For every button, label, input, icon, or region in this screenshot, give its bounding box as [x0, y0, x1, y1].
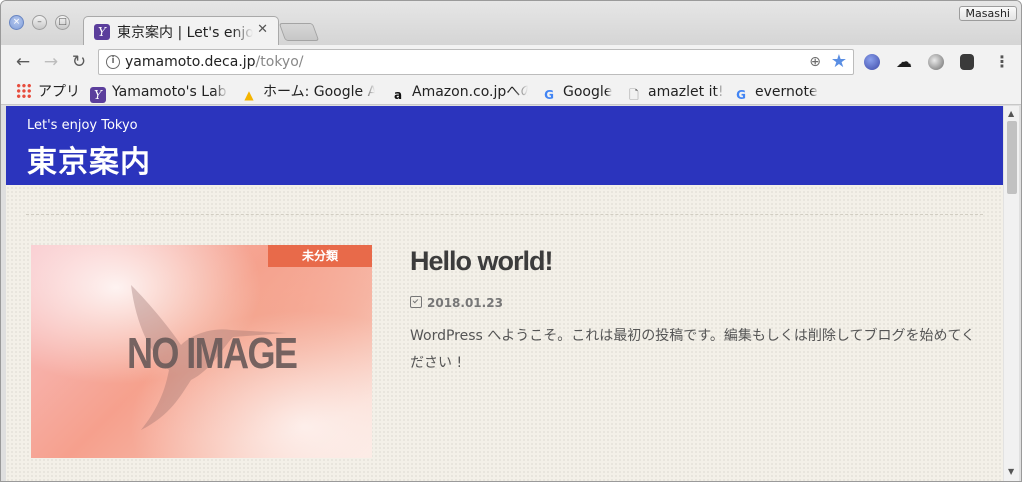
- new-tab-button[interactable]: [278, 23, 320, 41]
- bookmarks-bar: アプリ Y Yamamoto's Lab ▲ ホーム: Google Ana a Am…: [1, 79, 1021, 105]
- bookmark-label: Amazon.co.jpへの: [412, 84, 528, 100]
- reload-button[interactable]: ↻: [69, 52, 89, 72]
- zoom-icon[interactable]: ⊕: [809, 54, 821, 70]
- extension-globe-icon[interactable]: [864, 54, 880, 70]
- y-logo-icon: Y: [90, 87, 106, 103]
- extension-gears-icon[interactable]: [928, 54, 944, 70]
- bookmark-apps[interactable]: アプリ: [16, 83, 82, 101]
- back-button[interactable]: ←: [13, 52, 33, 72]
- apps-grid-icon: [16, 83, 32, 99]
- toolbar: ← → ↻ i yamamoto.deca.jp/tokyo/ ⊕ ★ ☁ ⋮: [1, 45, 1021, 79]
- post-title[interactable]: Hello world!: [410, 246, 553, 277]
- bookmark-label: amazlet it!: [648, 84, 724, 100]
- google-icon: G: [544, 88, 554, 102]
- forward-button[interactable]: →: [41, 52, 61, 72]
- post-thumbnail[interactable]: NO IMAGE: [31, 245, 372, 458]
- y-logo-icon: Y: [94, 24, 110, 40]
- calendar-check-icon: [410, 296, 422, 308]
- url-path: /tokyo/: [255, 54, 304, 70]
- category-badge[interactable]: 未分類: [268, 245, 372, 267]
- google-icon: G: [736, 88, 746, 102]
- bookmark-label: Yamamoto's Lab: [112, 84, 227, 100]
- divider: [26, 214, 983, 215]
- no-image-label: NO IMAGE: [127, 329, 298, 378]
- url-text[interactable]: yamamoto.deca.jp/tokyo/: [125, 54, 304, 70]
- extension-cloud-icon[interactable]: ☁: [896, 54, 912, 70]
- google-drive-icon: ▲: [244, 88, 254, 102]
- bookmark-yamamotos-lab[interactable]: Y Yamamoto's Lab: [90, 83, 228, 103]
- bookmark-label: evernote: [755, 84, 818, 100]
- evernote-extension-icon[interactable]: [960, 54, 974, 70]
- bookmark-label: Google: [563, 84, 613, 100]
- bookmark-label: アプリ: [38, 84, 80, 100]
- site-title[interactable]: 東京案内: [27, 137, 151, 181]
- title-bar: × – □ Y 東京案内 | Let's enjoy Tokyo ✕ Masas…: [1, 1, 1021, 46]
- url-host: yamamoto.deca.jp: [125, 54, 256, 70]
- site-tagline: Let's enjoy Tokyo: [27, 118, 138, 133]
- scroll-down-icon[interactable]: ▼: [1008, 467, 1014, 476]
- window-close-button[interactable]: ×: [9, 15, 24, 30]
- scroll-up-icon[interactable]: ▲: [1008, 109, 1014, 118]
- browser-menu-icon[interactable]: ⋮: [994, 52, 1010, 72]
- scrollbar-thumb[interactable]: [1007, 121, 1017, 194]
- tab-title: 東京案内 | Let's enjoy Tokyo: [117, 25, 253, 41]
- bookmark-evernote[interactable]: Gevernote: [733, 83, 818, 102]
- page-scrollbar[interactable]: ▲ ▼: [1003, 106, 1019, 481]
- page-content: Let's enjoy Tokyo 東京案内 NO IMAGE 未分類 Hell…: [6, 106, 1003, 481]
- site-header: Let's enjoy Tokyo 東京案内: [6, 106, 1003, 185]
- post-excerpt: WordPress へようこそ。これは最初の投稿です。編集もしくは削除してブログ…: [410, 328, 976, 371]
- address-bar[interactable]: i yamamoto.deca.jp/tokyo/ ⊕ ★: [98, 49, 854, 75]
- tab-close-icon[interactable]: ✕: [257, 22, 268, 37]
- window-maximize-button[interactable]: □: [55, 15, 70, 30]
- document-icon: 🗋: [629, 88, 639, 102]
- bookmark-label: ホーム: Google Ana: [263, 84, 375, 100]
- post-date-text: 2018.01.23: [427, 296, 503, 310]
- bookmark-google-analytics[interactable]: ▲ ホーム: Google Ana: [241, 83, 375, 102]
- amazon-icon: a: [393, 88, 403, 102]
- post-date: 2018.01.23: [410, 296, 503, 310]
- bookmark-star-icon[interactable]: ★: [831, 51, 847, 72]
- browser-window: × – □ Y 東京案内 | Let's enjoy Tokyo ✕ Masas…: [0, 0, 1022, 482]
- profile-button[interactable]: Masashi: [958, 6, 1017, 21]
- bookmark-amazon[interactable]: a Amazon.co.jpへの: [390, 83, 528, 102]
- info-icon[interactable]: i: [106, 55, 120, 69]
- window-minimize-button[interactable]: –: [32, 15, 47, 30]
- bookmark-amazlet[interactable]: 🗋 amazlet it!: [626, 83, 724, 102]
- bookmark-google[interactable]: G Google: [541, 83, 613, 102]
- tab-active[interactable]: Y 東京案内 | Let's enjoy Tokyo ✕: [83, 16, 279, 46]
